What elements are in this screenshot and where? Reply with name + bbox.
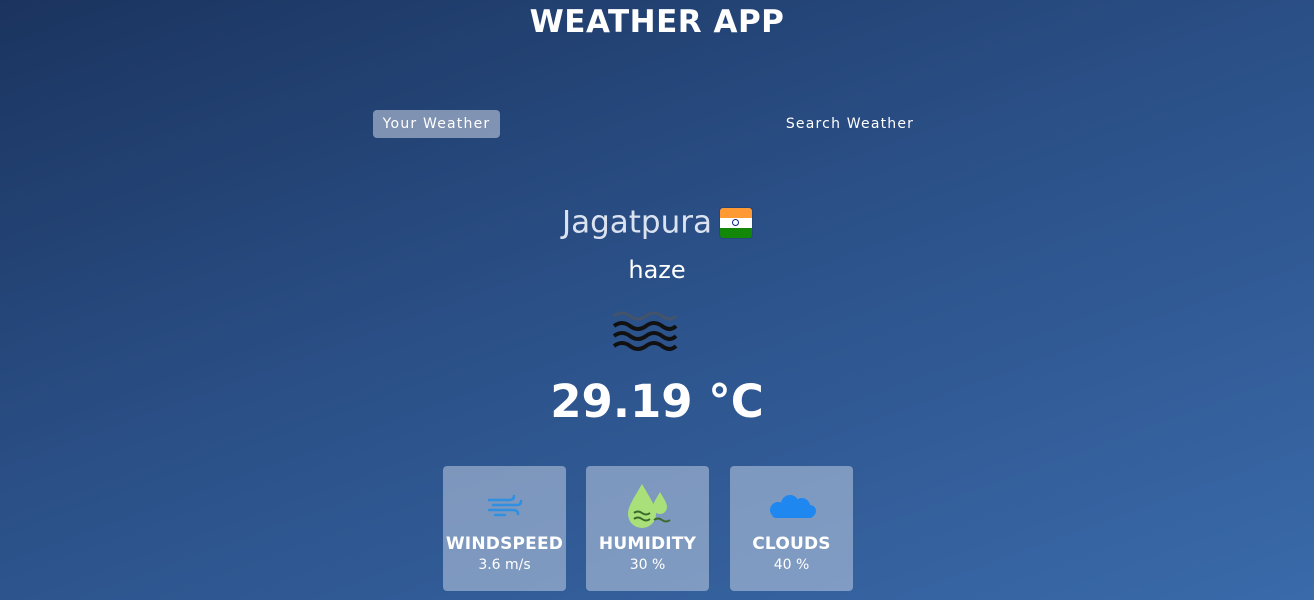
windspeed-label: WINDSPEED	[445, 534, 564, 554]
windspeed-value: 3.6 m/s	[478, 557, 531, 573]
windspeed-card: WINDSPEED 3.6 m/s	[443, 466, 566, 591]
location-header: Jagatpura	[0, 203, 1314, 241]
app-title: WEATHER APP	[529, 4, 785, 40]
tab-your-weather[interactable]: Your Weather	[373, 110, 500, 138]
city-name: Jagatpura	[561, 204, 713, 241]
tab-search-weather[interactable]: Search Weather	[770, 110, 930, 138]
clouds-value: 40 %	[773, 557, 810, 573]
india-flag-icon	[720, 207, 753, 238]
temperature-value: 29.19 °C	[550, 375, 764, 428]
haze-icon	[612, 310, 678, 356]
clouds-label: CLOUDS	[752, 534, 831, 554]
clouds-card: CLOUDS 40 %	[730, 466, 853, 591]
humidity-card: HUMIDITY 30 %	[586, 466, 709, 591]
humidity-drop-icon	[586, 482, 709, 530]
humidity-label: HUMIDITY	[598, 534, 697, 554]
cloud-icon	[730, 494, 853, 520]
weather-condition: haze	[628, 256, 686, 284]
wind-icon	[443, 494, 566, 518]
humidity-value: 30 %	[629, 557, 666, 573]
